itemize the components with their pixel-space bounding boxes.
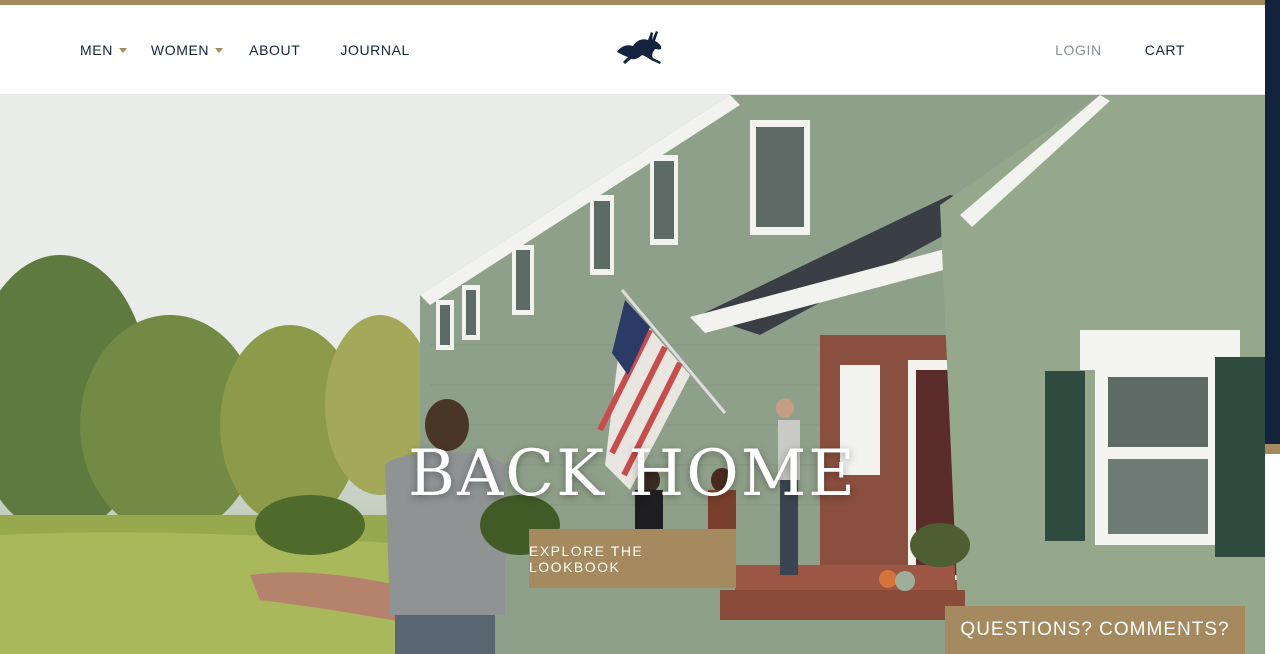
nav-women[interactable]: WOMEN <box>150 41 224 58</box>
hero-banner: BACK HOME EXPLORE THE LOOKBOOK <box>0 95 1265 654</box>
utility-nav: LOGIN CART <box>1055 5 1185 94</box>
feedback-button[interactable]: QUESTIONS? COMMENTS? <box>945 606 1245 654</box>
nav-journal-label: JOURNAL <box>340 41 410 58</box>
nav-women-label: WOMEN <box>150 41 210 58</box>
primary-nav: MEN WOMEN ABOUT JOURNAL <box>80 5 434 94</box>
site-header: MEN WOMEN ABOUT JOURNAL LOGIN CART <box>0 5 1265 95</box>
nav-men-label: MEN <box>80 41 113 58</box>
nav-journal[interactable]: JOURNAL <box>340 42 410 58</box>
hare-icon <box>617 31 662 64</box>
scrollbar-thumb[interactable] <box>1265 444 1280 454</box>
nav-about-label: ABOUT <box>249 41 301 58</box>
explore-lookbook-button[interactable]: EXPLORE THE LOOKBOOK <box>529 529 736 588</box>
chevron-down-icon <box>215 47 224 53</box>
nav-men[interactable]: MEN <box>80 42 127 58</box>
hero-title: BACK HOME <box>408 437 857 511</box>
chevron-down-icon <box>118 47 127 53</box>
nav-about[interactable]: ABOUT <box>249 42 300 58</box>
cart-link[interactable]: CART <box>1145 42 1185 58</box>
login-link[interactable]: LOGIN <box>1055 42 1102 58</box>
brand-logo[interactable] <box>615 28 665 66</box>
scrollbar[interactable] <box>1265 0 1280 454</box>
